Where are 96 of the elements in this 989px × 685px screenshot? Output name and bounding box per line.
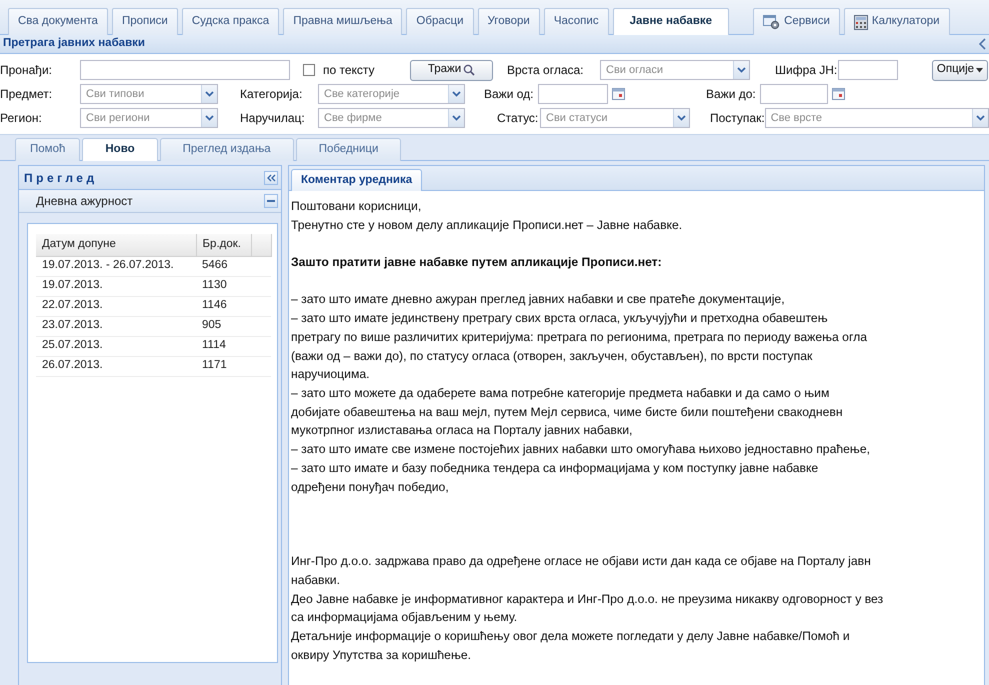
field-label: Важи од:: [484, 86, 534, 103]
text-line: претрагу по више различитих критеријума: претрага по регионима, претрага по периоду важења огла: [291, 328, 868, 346]
content-tab[interactable]: Коментар уредника: [291, 169, 422, 191]
text-line: набавки.: [291, 572, 341, 589]
field-label: Пронађи:: [0, 62, 53, 79]
text-line: – зато што имате дневно ажуран преглед јавних набавки и све пратеће документације,: [291, 291, 786, 308]
field-label: Статус:: [497, 110, 540, 127]
section-tab[interactable]: Сва документа: [8, 8, 108, 35]
field-label: Категорија:: [240, 86, 304, 103]
options-button[interactable]: Опције: [932, 60, 988, 80]
gear-window-icon: [763, 14, 780, 30]
field-label: Врста огласа:: [507, 62, 585, 79]
column-header[interactable]: Датум допуне: [36, 234, 196, 256]
panel-title: Претрага јавних набавки: [3, 36, 145, 52]
field-label: Шифра ЈН:: [775, 62, 838, 79]
view-tab[interactable]: Ново: [82, 138, 158, 161]
text-line: Детаљније информације о коришћењу овог дела можете погледати у делу Јавне набавке/Помоћ и: [291, 628, 851, 646]
section-header: Дневна ажурност: [36, 193, 133, 210]
caret-icon: [976, 68, 984, 72]
text-line: Део Јавне набавке је информативног карактера и Инг-Про д.о.о. не преузима никакву одговорност у вез: [291, 590, 884, 608]
text-line: добијате обавештења на ваш мејл, путем Мејл сервиса, чиме бисте били поштеђени свакодневн: [291, 404, 844, 421]
table-cell: 1114: [196, 336, 251, 356]
table-cell: 905: [196, 316, 251, 336]
section-tab[interactable]: Уговори: [478, 8, 540, 35]
field-label: Наручилац:: [240, 110, 306, 127]
date-field[interactable]: [760, 84, 828, 104]
table-cell: 26.07.2013.: [36, 356, 196, 376]
dropdown-field[interactable]: Сви огласи: [600, 60, 750, 80]
table-cell: 23.07.2013.: [36, 316, 196, 336]
table-cell: 1130: [196, 276, 251, 296]
calendar-icon: [832, 88, 845, 100]
section-tab[interactable]: Часопис: [544, 8, 609, 35]
table-cell: 22.07.2013.: [36, 296, 196, 316]
view-tab[interactable]: Победници: [296, 138, 402, 161]
table-cell: 19.07.2013.: [36, 276, 196, 296]
chevron-down-icon: [205, 115, 214, 121]
dropdown-field[interactable]: Сви статуси: [540, 108, 690, 128]
minimize-button[interactable]: [264, 194, 278, 208]
calculator-icon: [854, 14, 868, 30]
section-tab[interactable]: Јавне набавке: [612, 8, 730, 35]
view-tab[interactable]: Преглед издања: [160, 138, 294, 161]
dropdown-field[interactable]: Све врсте: [764, 108, 989, 128]
table-cell: 5466: [196, 256, 251, 276]
text-line: – зато што имате јединствену претрагу свих врста огласа, укључујући и претходна обавештењ: [291, 310, 829, 328]
text-field[interactable]: [838, 60, 898, 80]
text-line: наручиоцима.: [291, 366, 371, 384]
field-label: Регион:: [0, 110, 43, 127]
chevron-down-icon: [976, 115, 985, 121]
chevron-down-icon: [737, 67, 746, 73]
double-chevron-left-icon: [266, 174, 276, 182]
chevron-down-icon: [452, 115, 461, 121]
text-line: Тренутно сте у новом делу апликације Прописи.нет – Јавне набавке.: [291, 216, 684, 234]
panel-title: Преглед: [24, 170, 98, 186]
field-label: Предмет:: [0, 86, 54, 103]
minus-icon: [267, 200, 275, 202]
table-cell: 1171: [196, 356, 251, 376]
text-line: са информацијама објављеним у њему.: [291, 609, 518, 626]
collapse-icon: [979, 38, 986, 50]
view-tab[interactable]: Помоћ: [15, 138, 80, 161]
section-tab[interactable]: Прописи: [112, 8, 178, 35]
text-line: – зато што имате и базу победника тендера са информацијама у ком поступку јавне набавке: [291, 460, 820, 477]
search-icon: [463, 64, 476, 76]
text-line: Поштовани корисници,: [291, 198, 422, 215]
text-line: – зато што имате све измене постојећих јавних набавки што омогућава њихово једноставно праћење,: [291, 441, 871, 458]
checkbox[interactable]: [303, 64, 315, 76]
section-heading: Зашто пратити јавне набавке путем апликације Прописи.нет:: [291, 254, 663, 272]
table-cell: 25.07.2013.: [36, 336, 196, 356]
calendar-icon: [612, 88, 625, 100]
dropdown-field[interactable]: Сви типови: [80, 84, 218, 104]
column-header[interactable]: Бр.док.: [196, 234, 251, 256]
dropdown-field[interactable]: Сви региони: [80, 108, 218, 128]
field-label: Поступак:: [710, 110, 765, 127]
chevron-down-icon: [205, 91, 214, 97]
section-tab[interactable]: Сервиси: [753, 8, 840, 35]
field-label: Важи до:: [706, 86, 757, 103]
section-tab[interactable]: Правна мишљења: [283, 8, 402, 35]
text-line: (важи од – важи до), по статусу огласа (отворен, закључен, обустављен), по врсти поступак: [291, 348, 814, 365]
search-button[interactable]: Тражи: [410, 60, 493, 80]
text-line: одређени понуђач победио,: [291, 478, 450, 496]
checkbox-label: по тексту: [323, 62, 376, 79]
table-cell: 1146: [196, 296, 251, 316]
section-tab[interactable]: Судска пракса: [182, 8, 280, 35]
chevron-down-icon: [452, 91, 461, 97]
section-tab[interactable]: Калкулатори: [844, 8, 950, 35]
dropdown-field[interactable]: Све фирме: [318, 108, 465, 128]
text-field[interactable]: [80, 60, 290, 80]
collapse-button[interactable]: [264, 170, 278, 184]
dropdown-field[interactable]: Све категорије: [318, 84, 465, 104]
table-cell: 19.07.2013. - 26.07.2013.: [36, 256, 196, 276]
date-field[interactable]: [538, 84, 608, 104]
text-line: – зато што можете да одаберете вама потребне категорије предмета набавки и да само о њим: [291, 385, 830, 402]
section-tab[interactable]: Обрасци: [406, 8, 474, 35]
text-line: Инг-Про д.о.о. задржава право да одређене огласе не објави исти дан када се објаве на Порталу јавн: [291, 553, 872, 570]
text-line: оквиру Упутства за коришћење.: [291, 646, 472, 664]
text-line: мукотрпног излиставања огласа на Порталу јавних набавки,: [291, 422, 634, 440]
chevron-down-icon: [677, 115, 686, 121]
